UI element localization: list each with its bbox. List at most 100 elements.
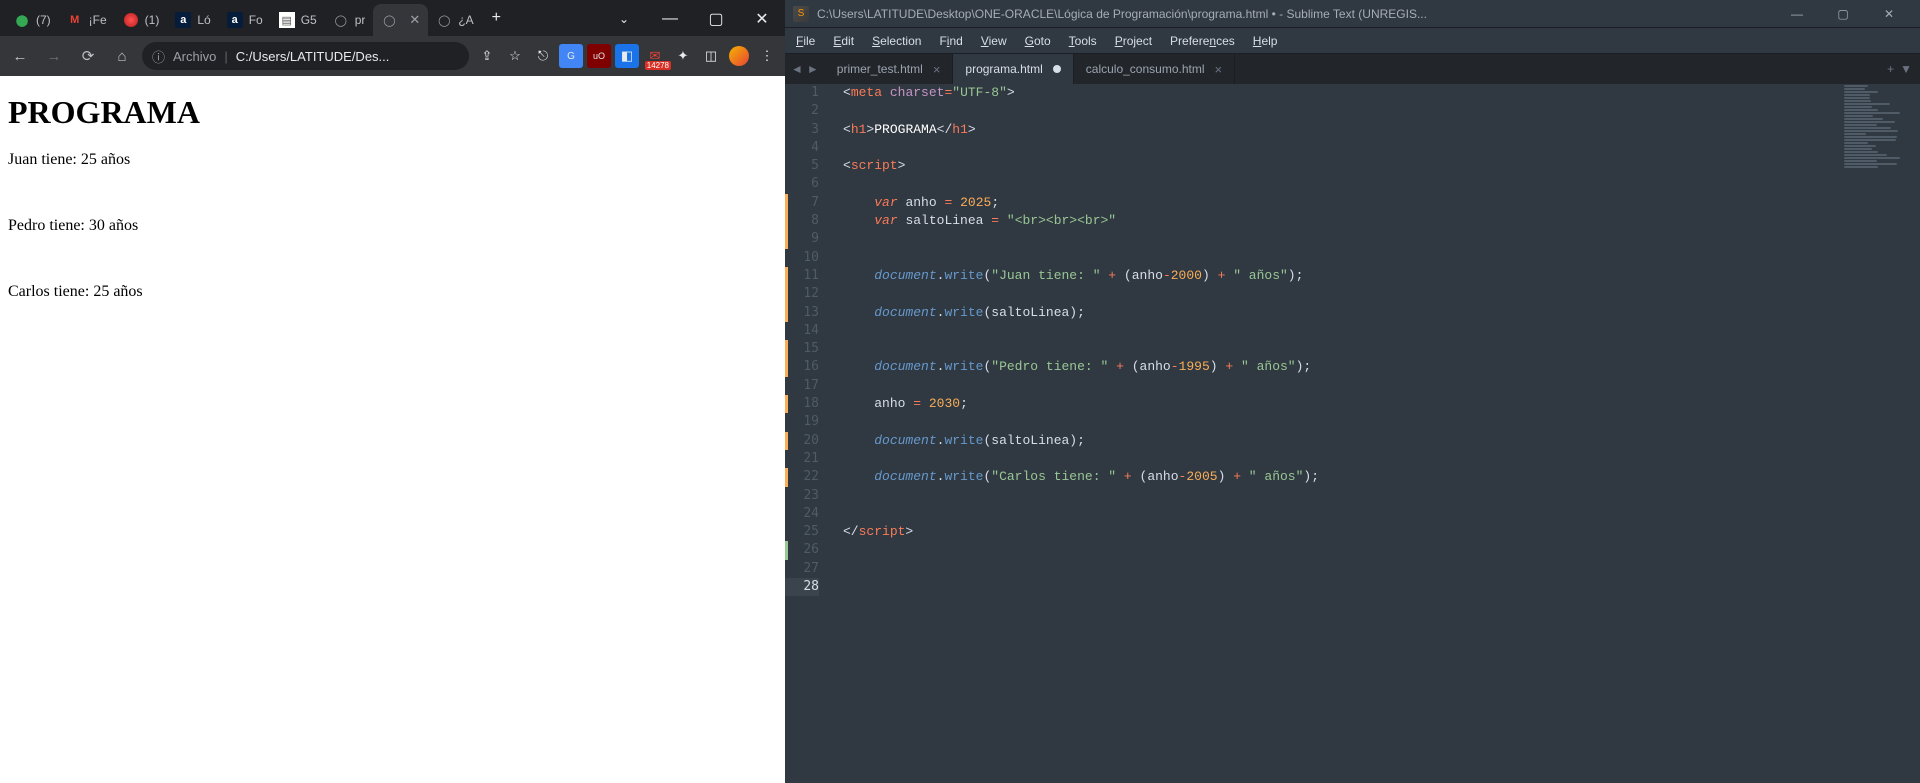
globe-icon: ◯ — [436, 12, 452, 28]
extension-icon[interactable]: ⎋ — [531, 44, 555, 68]
doc-icon: ▤ — [279, 12, 295, 28]
tab-overflow: + ▼ — [1879, 54, 1920, 84]
chrome-tab[interactable]: a Ló — [167, 4, 218, 36]
chrome-tab[interactable]: (1) — [115, 4, 168, 36]
menu-view[interactable]: View — [972, 34, 1016, 48]
page-content: PROGRAMA Juan tiene: 25 años Pedro tiene… — [0, 76, 785, 783]
chrome-top: ⬤(7) M¡Fe (1) aLó aFo ▤G5 ◯pr ◯✕ ◯¿A + ⌄… — [0, 0, 785, 76]
gutter[interactable]: 1234567891011121314151617181920212223242… — [785, 84, 829, 783]
globe-icon: ◯ — [333, 12, 349, 28]
chrome-tabstrip: ⬤(7) M¡Fe (1) aLó aFo ▤G5 ◯pr ◯✕ ◯¿A + ⌄… — [0, 0, 785, 36]
editor-tab[interactable]: primer_test.html × — [825, 54, 954, 84]
extensions-puzzle-icon[interactable]: ✦ — [671, 44, 695, 68]
tab-title: Ló — [197, 13, 210, 27]
maximize-button[interactable]: ▢ — [1820, 0, 1866, 28]
address-text: C:/Users/LATITUDE/Des... — [236, 49, 390, 64]
bookmark-icon[interactable]: ☆ — [503, 44, 527, 68]
mail-badge: 14278 — [645, 61, 671, 70]
tab-title: ¡Fe — [89, 13, 107, 27]
minimap[interactable] — [1840, 84, 1920, 783]
chrome-toolbar: ← → ⟳ ⌂ ⓘ Archivo | C:/Users/LATITUDE/De… — [0, 36, 785, 76]
back-button[interactable]: ← — [6, 42, 34, 70]
window-controls: ⌄ — ▢ ✕ — [601, 2, 785, 36]
menu-help[interactable]: Help — [1244, 34, 1287, 48]
chrome-tab-active[interactable]: ◯✕ — [373, 4, 428, 36]
menu-file[interactable]: File — [787, 34, 824, 48]
output-line: Pedro tiene: 30 años — [8, 217, 777, 235]
tab-title: (1) — [145, 13, 160, 27]
menu-tools[interactable]: Tools — [1060, 34, 1106, 48]
output-line: Carlos tiene: 25 años — [8, 283, 777, 301]
close-icon[interactable]: × — [933, 62, 941, 77]
scheme-label: Archivo — [173, 49, 216, 64]
gmail-icon: M — [67, 12, 83, 28]
dirty-indicator-icon — [1053, 65, 1061, 73]
chrome-tab[interactable]: ▤ G5 — [271, 4, 325, 36]
tab-bar: ◄ ► primer_test.html × programa.html cal… — [785, 54, 1920, 84]
translate-icon[interactable]: G — [559, 44, 583, 68]
editor-body: 1234567891011121314151617181920212223242… — [785, 84, 1920, 783]
chrome-tab[interactable]: ◯ ¿A — [428, 4, 481, 36]
sidepanel-icon[interactable]: ◫ — [699, 44, 723, 68]
output-line: Juan tiene: 25 años — [8, 151, 777, 169]
tab-title: ¿A — [458, 13, 473, 27]
forward-button[interactable]: → — [40, 42, 68, 70]
sublime-titlebar[interactable]: S C:\Users\LATITUDE\Desktop\ONE-ORACLE\L… — [785, 0, 1920, 28]
chrome-window: ⬤(7) M¡Fe (1) aLó aFo ▤G5 ◯pr ◯✕ ◯¿A + ⌄… — [0, 0, 785, 783]
menu-goto[interactable]: Goto — [1016, 34, 1060, 48]
window-title: C:\Users\LATITUDE\Desktop\ONE-ORACLE\Lóg… — [817, 7, 1774, 21]
menu-project[interactable]: Project — [1106, 34, 1161, 48]
favicon: ⬤ — [14, 12, 30, 28]
chrome-tab[interactable]: ◯ pr — [325, 4, 374, 36]
nav-forward-icon[interactable]: ► — [807, 62, 819, 76]
extension-icon[interactable]: ◧ — [615, 44, 639, 68]
reload-button[interactable]: ⟳ — [74, 42, 102, 70]
tab-title: G5 — [301, 13, 317, 27]
tab-name: calculo_consumo.html — [1086, 62, 1205, 76]
code-area[interactable]: <meta charset="UTF-8"> <h1>PROGRAMA</h1>… — [829, 84, 1840, 783]
tab-title: Fo — [249, 13, 263, 27]
window-controls: — ▢ ✕ — [1774, 0, 1912, 28]
tab-title: pr — [355, 13, 366, 27]
menu-bar: File Edit Selection Find View Goto Tools… — [785, 28, 1920, 54]
chrome-tab[interactable]: ⬤ (7) — [6, 4, 59, 36]
menu-find[interactable]: Find — [930, 34, 971, 48]
menu-selection[interactable]: Selection — [863, 34, 930, 48]
alura-icon: a — [227, 12, 243, 28]
alura-icon: a — [175, 12, 191, 28]
new-tab-button[interactable]: + — [482, 9, 511, 27]
menu-icon[interactable]: ⋮ — [755, 44, 779, 68]
home-button[interactable]: ⌂ — [108, 42, 136, 70]
menu-preferences[interactable]: Preferences — [1161, 34, 1244, 48]
chrome-tab[interactable]: M ¡Fe — [59, 4, 115, 36]
editor-tab[interactable]: calculo_consumo.html × — [1074, 54, 1235, 84]
page-title: PROGRAMA — [8, 94, 777, 131]
editor-tab-active[interactable]: programa.html — [953, 54, 1073, 84]
tab-name: programa.html — [965, 62, 1042, 76]
nav-back-icon[interactable]: ◄ — [791, 62, 803, 76]
menu-edit[interactable]: Edit — [824, 34, 863, 48]
ublock-icon[interactable]: uO — [587, 44, 611, 68]
address-bar[interactable]: ⓘ Archivo | C:/Users/LATITUDE/Des... — [142, 42, 469, 70]
maximize-button[interactable]: ▢ — [693, 2, 739, 36]
globe-icon: ◯ — [381, 12, 397, 28]
chrome-tab[interactable]: a Fo — [219, 4, 271, 36]
favicon — [123, 12, 139, 28]
close-icon[interactable]: ✕ — [409, 12, 420, 28]
tab-title: (7) — [36, 13, 51, 27]
tabs-dropdown-icon[interactable]: ▼ — [1900, 62, 1912, 76]
share-icon[interactable]: ⇪ — [475, 44, 499, 68]
info-icon[interactable]: ⓘ — [152, 47, 165, 66]
minimize-button[interactable]: — — [1774, 0, 1820, 28]
tab-name: primer_test.html — [837, 62, 923, 76]
close-button[interactable]: ✕ — [1866, 0, 1912, 28]
close-icon[interactable]: × — [1215, 62, 1223, 77]
close-button[interactable]: ✕ — [739, 2, 785, 36]
minimize-button[interactable]: — — [647, 2, 693, 36]
nav-arrows: ◄ ► — [785, 54, 825, 84]
mail-icon[interactable]: ✉14278 — [643, 44, 667, 68]
search-tabs-icon[interactable]: ⌄ — [601, 2, 647, 36]
sublime-window: S C:\Users\LATITUDE\Desktop\ONE-ORACLE\L… — [785, 0, 1920, 783]
profile-avatar[interactable] — [727, 44, 751, 68]
new-tab-icon[interactable]: + — [1887, 62, 1894, 76]
